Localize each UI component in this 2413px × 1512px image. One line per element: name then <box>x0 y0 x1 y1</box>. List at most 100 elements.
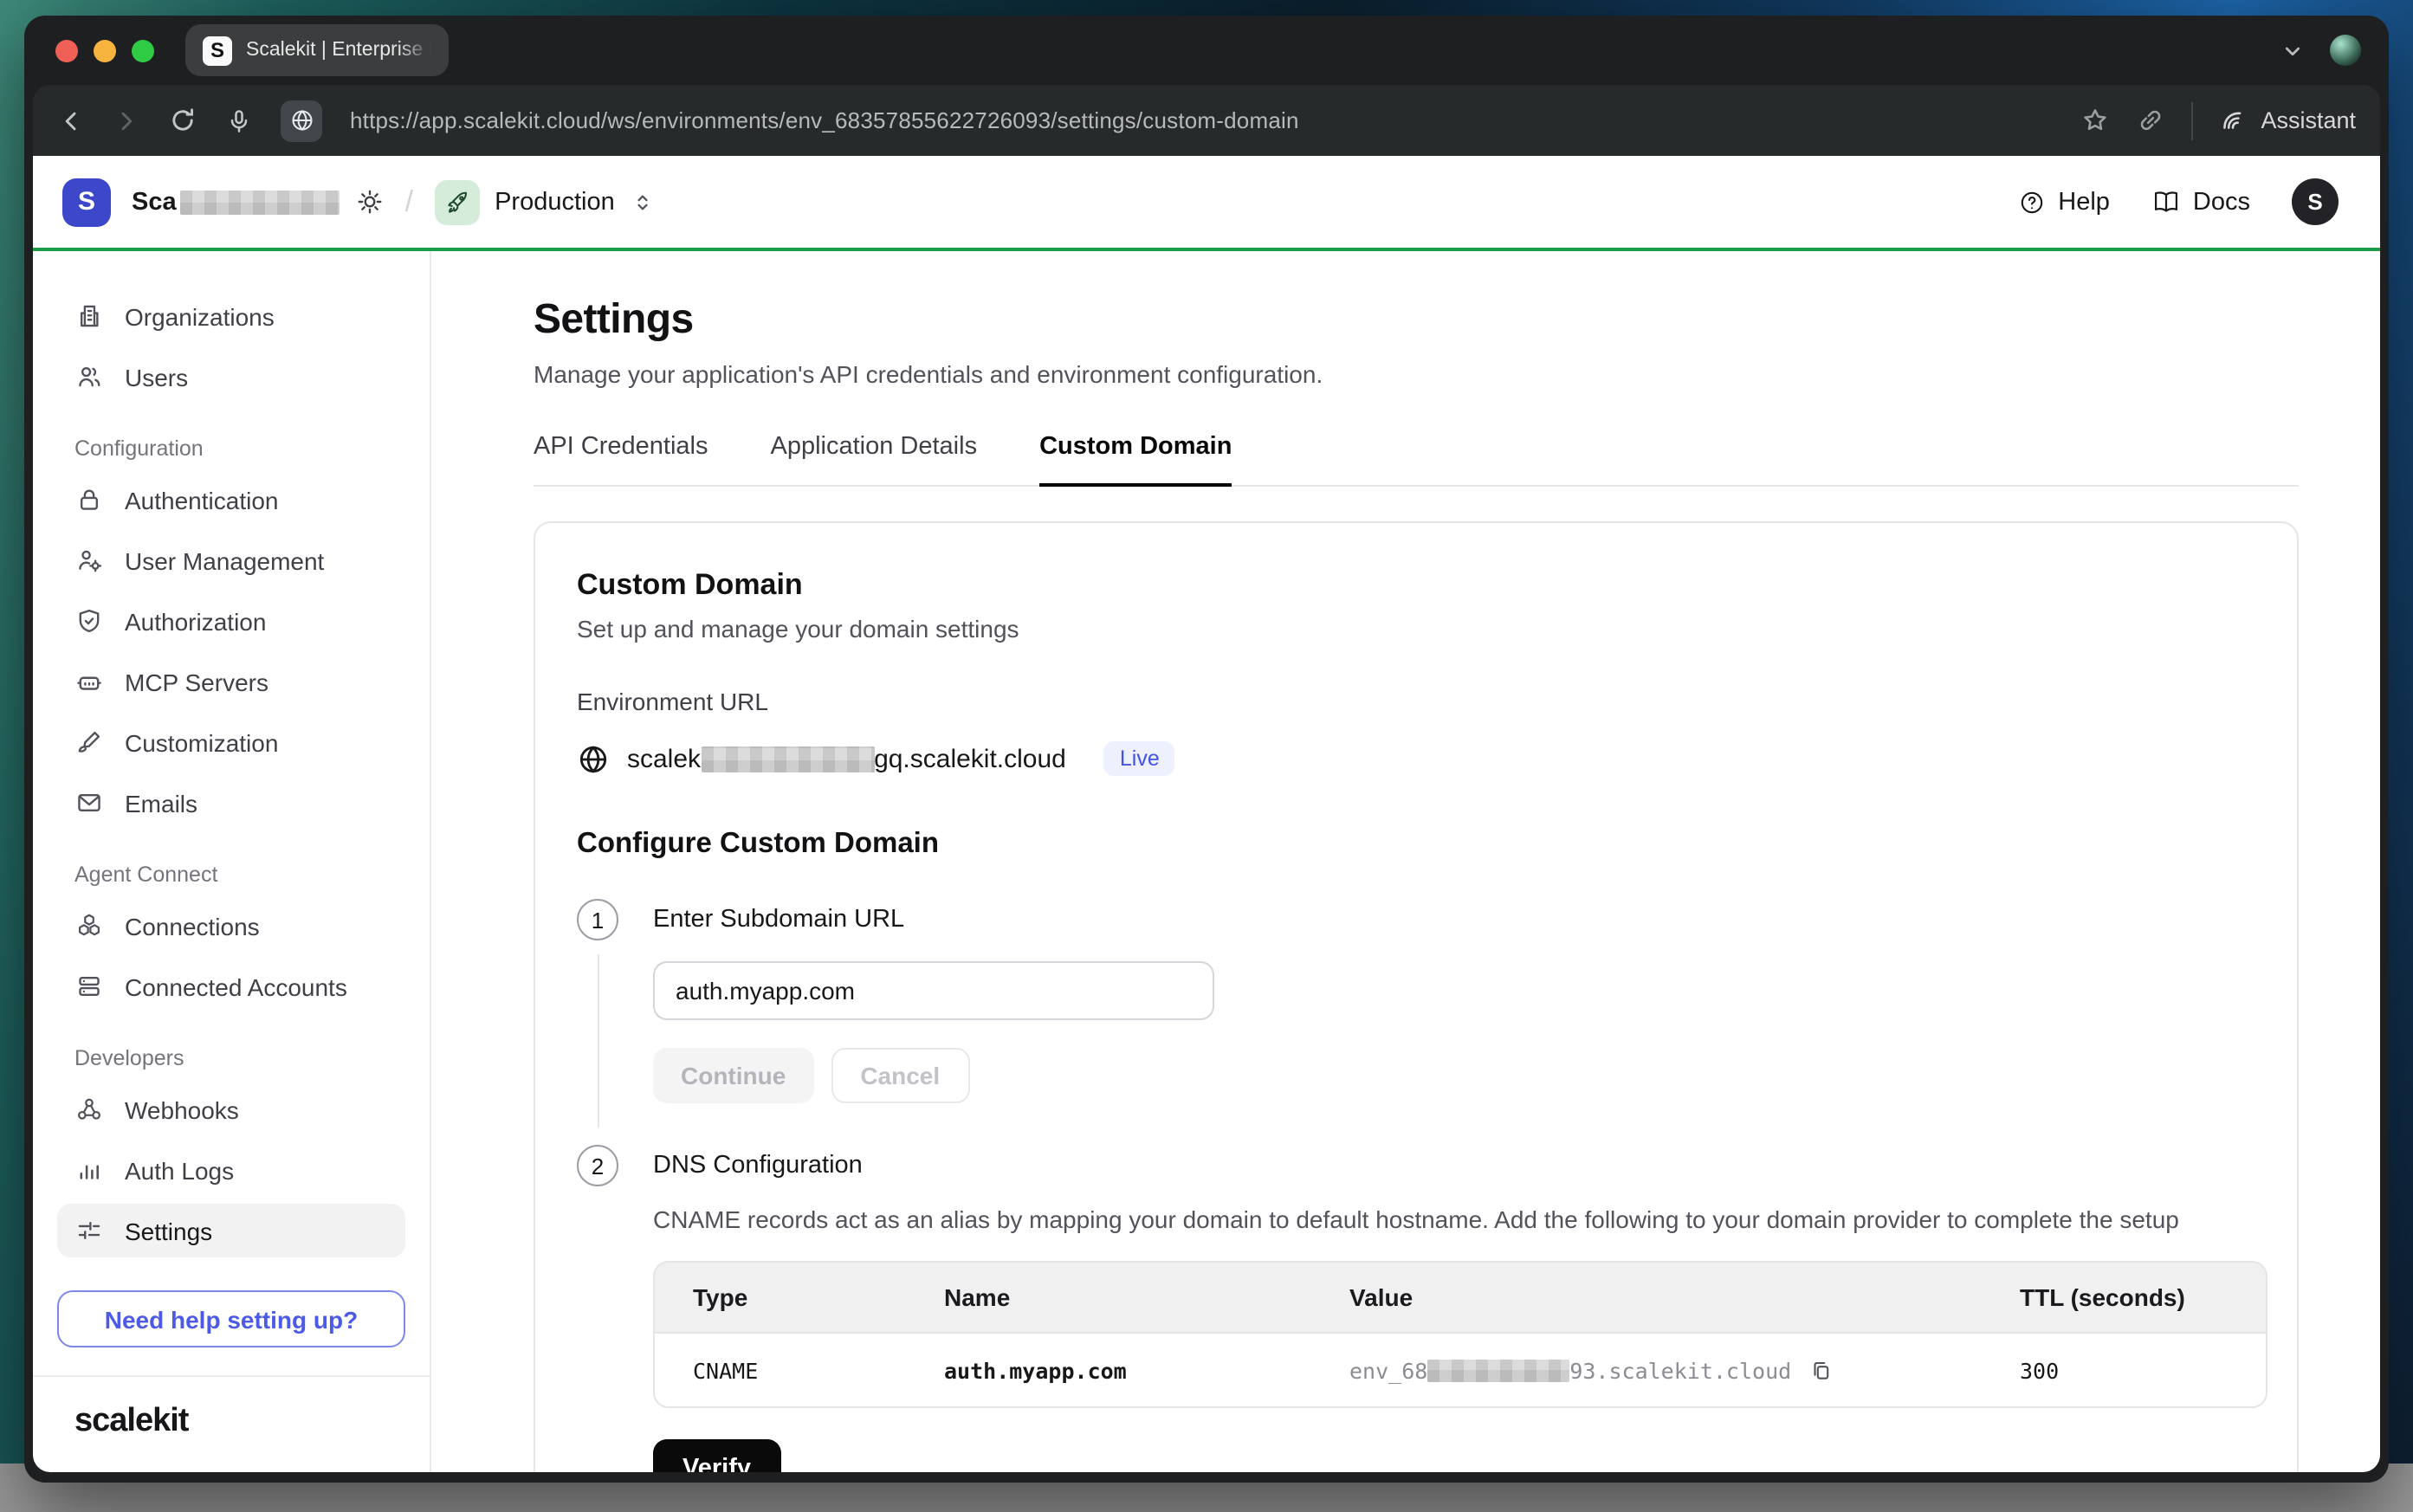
browser-window: S Scalekit | Enterprise Ready A <box>24 16 2389 1483</box>
step-2-title: DNS Configuration <box>653 1145 2255 1186</box>
tab-title: Scalekit | Enterprise Ready A <box>246 40 431 61</box>
sidebar-item-authentication[interactable]: Authentication <box>57 473 405 527</box>
tab-list-chevron-down-icon[interactable] <box>2280 37 2306 63</box>
sidebar-item-connected-accounts[interactable]: Connected Accounts <box>57 960 405 1013</box>
lock-icon <box>74 485 104 514</box>
globe-icon <box>577 742 610 775</box>
dns-record-type: CNAME <box>655 1357 906 1383</box>
browser-tab-strip: S Scalekit | Enterprise Ready A <box>24 16 2389 85</box>
dns-value-redacted-blur <box>1427 1359 1569 1381</box>
step-1: 1 Enter Subdomain URL Continue Cancel <box>577 899 2255 1128</box>
copy-value-icon[interactable] <box>1808 1357 1834 1383</box>
site-info-globe-icon[interactable] <box>281 100 322 141</box>
user-avatar[interactable]: S <box>2292 178 2339 225</box>
urlbar-divider <box>2191 101 2193 139</box>
page-subtitle: Manage your application's API credential… <box>534 360 2299 388</box>
url-text[interactable]: https://app.scalekit.cloud/ws/environmen… <box>350 107 2053 133</box>
sidebar-item-label: MCP Servers <box>125 668 268 695</box>
sidebar-item-webhooks[interactable]: Webhooks <box>57 1082 405 1136</box>
microphone-icon[interactable] <box>225 107 253 134</box>
close-window-button[interactable] <box>55 39 78 61</box>
workspace-settings-gear-icon[interactable] <box>355 187 385 216</box>
help-button[interactable]: Help <box>2018 188 2110 216</box>
bookmark-star-icon[interactable] <box>2080 106 2110 135</box>
main-content: Settings Manage your application's API c… <box>431 251 2380 1472</box>
dns-table-header: Type Name Value TTL (seconds) <box>655 1263 2266 1334</box>
environment-url-redacted-blur <box>701 746 874 772</box>
dns-record-name: auth.myapp.com <box>906 1357 1311 1383</box>
dns-record-value: env_6893.scalekit.cloud <box>1349 1357 1791 1383</box>
scalekit-wordmark: scalekit <box>74 1403 388 1441</box>
docs-button[interactable]: Docs <box>2151 187 2250 216</box>
shield-check-icon <box>74 606 104 636</box>
workspace-name-redacted-blur <box>180 190 340 214</box>
sidebar-item-label: Connections <box>125 912 260 940</box>
sidebar-section-configuration: Configuration <box>74 436 388 461</box>
users-icon <box>74 362 104 391</box>
sidebar-item-users[interactable]: Users <box>57 350 405 404</box>
paintbrush-icon <box>74 727 104 757</box>
sidebar-section-developers: Developers <box>74 1046 388 1070</box>
sidebar-item-settings[interactable]: Settings <box>57 1204 405 1257</box>
sidebar-item-user-management[interactable]: User Management <box>57 533 405 587</box>
dns-table-row: CNAME auth.myapp.com env_6893.scalekit.c… <box>655 1334 2266 1406</box>
sidebar-item-label: Customization <box>125 728 278 756</box>
step-2: 2 DNS Configuration CNAME records act as… <box>577 1145 2255 1472</box>
page-title: Settings <box>534 296 2299 345</box>
environment-name: Production <box>495 188 615 216</box>
tab-custom-domain[interactable]: Custom Domain <box>1039 433 1232 487</box>
step-2-number: 2 <box>577 1145 618 1186</box>
tab-api-credentials[interactable]: API Credentials <box>534 433 708 487</box>
tab-application-details[interactable]: Application Details <box>771 433 978 487</box>
column-header-name: Name <box>906 1283 1311 1311</box>
sidebar-item-mcp-servers[interactable]: MCP Servers <box>57 655 405 708</box>
sidebar-footer: scalekit <box>33 1375 430 1472</box>
workspace-name: Sca <box>132 188 177 216</box>
sidebar-item-customization[interactable]: Customization <box>57 715 405 769</box>
continue-button[interactable]: Continue <box>653 1048 813 1103</box>
assistant-button[interactable]: Assistant <box>2219 106 2356 135</box>
environment-chevron-up-down-icon <box>631 190 655 214</box>
bar-chart-icon <box>74 1155 104 1185</box>
user-gear-icon <box>74 546 104 575</box>
sidebar-item-label: Emails <box>125 789 197 817</box>
sidebar-item-organizations[interactable]: Organizations <box>57 289 405 343</box>
environment-switcher[interactable]: Production <box>434 179 655 224</box>
browser-tab[interactable]: S Scalekit | Enterprise Ready A <box>185 24 449 76</box>
sidebar-item-emails[interactable]: Emails <box>57 776 405 830</box>
step-1-title: Enter Subdomain URL <box>653 899 2255 940</box>
sidebar-item-connections[interactable]: Connections <box>57 899 405 953</box>
copy-link-icon[interactable] <box>2136 106 2165 135</box>
workspace-switcher[interactable]: Sca <box>132 187 385 216</box>
sidebar-item-label: Authentication <box>125 486 278 514</box>
scalekit-logo[interactable]: S <box>62 178 111 226</box>
sidebar-item-label: Connected Accounts <box>125 972 347 1000</box>
maximize-window-button[interactable] <box>132 39 154 61</box>
card-subtitle: Set up and manage your domain settings <box>577 615 2255 643</box>
verify-button[interactable]: Verify <box>653 1439 780 1472</box>
sidebar-item-label: User Management <box>125 546 324 574</box>
minimize-window-button[interactable] <box>94 39 116 61</box>
card-title: Custom Domain <box>577 568 2255 603</box>
docs-book-icon <box>2151 187 2181 216</box>
webhook-icon <box>74 1095 104 1124</box>
column-header-ttl: TTL (seconds) <box>1982 1283 2266 1311</box>
browser-profile-avatar[interactable] <box>2330 35 2361 66</box>
sidebar-item-authorization[interactable]: Authorization <box>57 594 405 648</box>
sidebar-item-label: Webhooks <box>125 1095 239 1123</box>
desktop-wallpaper: S Scalekit | Enterprise Ready A <box>0 0 2413 1512</box>
need-help-button[interactable]: Need help setting up? <box>57 1290 405 1347</box>
sidebar-item-auth-logs[interactable]: Auth Logs <box>57 1143 405 1197</box>
cancel-button[interactable]: Cancel <box>831 1048 969 1103</box>
subdomain-input[interactable] <box>653 961 1214 1020</box>
cubes-icon <box>74 911 104 940</box>
environment-url-value: scalekgq.scalekit.cloud <box>627 744 1066 773</box>
app-header: S Sca / Production <box>33 156 2380 251</box>
back-icon[interactable] <box>57 107 85 134</box>
sidebar-section-agent-connect: Agent Connect <box>74 863 388 887</box>
help-question-icon <box>2018 188 2046 216</box>
reload-icon[interactable] <box>168 106 197 135</box>
sidebar-item-label: Settings <box>125 1217 212 1244</box>
step-2-description: CNAME records act as an alias by mapping… <box>653 1205 2255 1233</box>
forward-icon[interactable] <box>113 107 140 134</box>
